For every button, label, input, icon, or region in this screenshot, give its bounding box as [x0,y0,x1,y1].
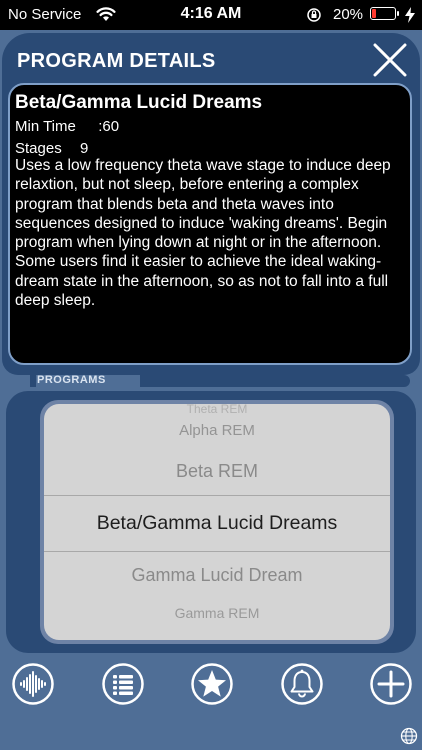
programs-strip-left [30,375,36,387]
stages-value: 9 [80,140,89,157]
waveform-icon[interactable] [11,662,55,706]
min-time-value: :60 [98,118,120,135]
picker-item[interactable]: Alpha REM [44,422,390,439]
plus-icon[interactable] [369,662,413,706]
picker-selection-top [44,495,390,496]
program-name: Beta/Gamma Lucid Dreams [15,92,263,113]
picker-selection-bottom [44,551,390,552]
picker-item[interactable]: Gamma REM [44,605,390,621]
program-picker[interactable]: Theta REM Alpha REM Beta REM Beta/Gamma … [44,404,390,640]
picker-item-selected[interactable]: Beta/Gamma Lucid Dreams [44,512,390,535]
stages-label: Stages [15,140,62,157]
status-bar: No Service 4:16 AM 20% [0,0,422,30]
star-icon[interactable] [190,662,234,706]
battery-icon [370,7,396,20]
battery-nub [397,11,399,16]
list-icon[interactable] [101,662,145,706]
globe-icon[interactable] [400,727,418,745]
panel-title: PROGRAM DETAILS [17,50,216,72]
programs-strip-right [140,375,410,387]
bell-icon[interactable] [280,662,324,706]
picker-item[interactable]: Beta REM [44,461,390,482]
stages-row: Stages 9 [15,140,88,157]
min-time-label: Min Time [15,118,76,135]
picker-item[interactable]: Theta REM [44,404,390,416]
battery-percent: 20% [333,6,364,23]
charging-icon [405,7,415,23]
programs-label: PROGRAMS [37,374,106,386]
orientation-lock-icon [307,8,321,22]
battery-fill [372,9,376,18]
min-time-row: Min Time :60 [15,118,119,135]
close-icon[interactable] [370,40,410,80]
picker-item[interactable]: Gamma Lucid Dream [44,565,390,586]
program-description: Uses a low frequency theta wave stage to… [15,157,391,310]
